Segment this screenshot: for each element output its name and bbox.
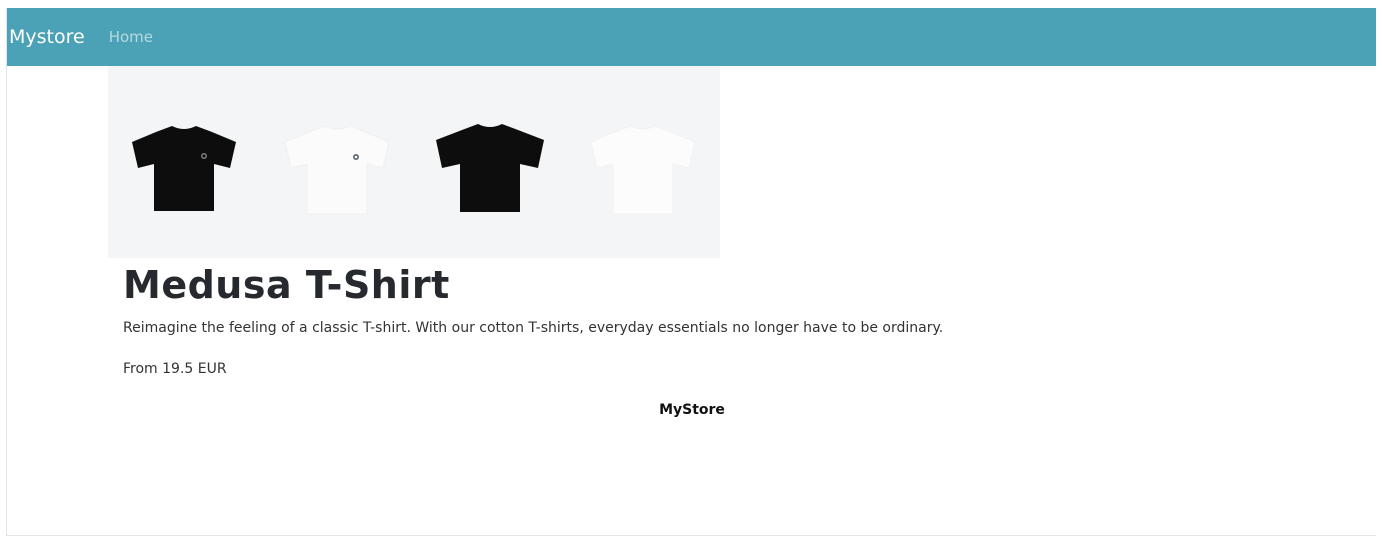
white-tshirt-image	[590, 125, 696, 215]
product-title: Medusa T-Shirt	[123, 263, 450, 307]
product-price: From 19.5 EUR	[123, 361, 227, 377]
product-thumbnail-1[interactable]	[108, 66, 261, 258]
navbar: Mystore Home	[7, 8, 1376, 66]
product-thumbnail-4[interactable]	[567, 66, 720, 258]
nav-link-home[interactable]: Home	[109, 28, 153, 46]
white-tshirt-image	[284, 125, 390, 215]
product-thumbnail-2[interactable]	[261, 66, 414, 258]
product-image-gallery	[108, 66, 720, 258]
black-tshirt-image	[436, 124, 544, 212]
black-tshirt-image	[132, 126, 236, 211]
brand-link[interactable]: Mystore	[9, 26, 85, 48]
product-thumbnail-3[interactable]	[414, 66, 567, 258]
product-description: Reimagine the feeling of a classic T-shi…	[123, 320, 944, 336]
page-frame: Mystore Home Medusa T-Shirt Reimagine th…	[6, 8, 1376, 536]
footer-text: MyStore	[659, 402, 725, 418]
